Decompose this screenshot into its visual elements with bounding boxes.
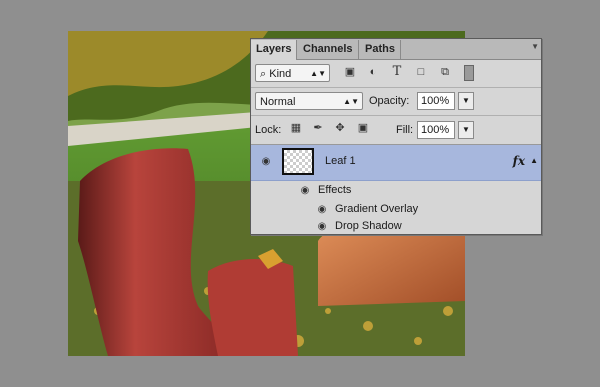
effect-label: Drop Shadow	[335, 220, 402, 232]
chevron-updown-icon: ▲▼	[343, 97, 359, 106]
tab-paths[interactable]: Paths	[360, 40, 401, 59]
blend-mode-value: Normal	[260, 96, 296, 108]
gradient-overlay-eye-icon[interactable]: ◉	[315, 205, 329, 215]
lock-move-icon[interactable]: ✥	[333, 121, 347, 135]
lock-label: Lock:	[255, 124, 282, 136]
fill-dropdown[interactable]: ▼	[458, 121, 474, 139]
filter-kind-select[interactable]: ⌕ Kind ▲▼	[255, 64, 330, 82]
layer-name[interactable]: Leaf 1	[325, 155, 356, 167]
opacity-label: Opacity:	[369, 95, 410, 107]
fx-icon[interactable]: fx	[513, 154, 525, 168]
effects-label: Effects	[318, 184, 352, 196]
layer-row-leaf-1[interactable]: ◉ Leaf 1 fx ▲	[251, 145, 541, 181]
visibility-eye-icon[interactable]: ◉	[259, 157, 273, 167]
image-filter-icon[interactable]: ▣	[343, 65, 357, 79]
fill-label: Fill:	[396, 124, 414, 136]
tab-channels[interactable]: Channels	[298, 40, 359, 59]
lock-all-icon[interactable]: ▣	[356, 121, 370, 135]
lock-row: Lock: ▦ ✒ ✥ ▣ Fill: 100% ▼	[251, 116, 541, 145]
filter-toggle-icon[interactable]	[464, 65, 474, 81]
effects-row[interactable]: ◉ Effects	[251, 181, 541, 200]
adjustment-filter-icon[interactable]: ◐	[366, 65, 380, 79]
chevron-updown-icon: ▲▼	[310, 69, 326, 78]
effects-eye-icon[interactable]: ◉	[298, 186, 312, 196]
shape-filter-icon[interactable]: □	[414, 65, 428, 79]
opacity-dropdown[interactable]: ▼	[458, 92, 474, 110]
tab-layers[interactable]: Layers	[251, 40, 298, 60]
filter-row: ⌕ Kind ▲▼ ▣ ◐ T □ ⧉	[251, 60, 541, 88]
effect-label: Gradient Overlay	[335, 203, 419, 215]
collapse-effects-arrow-icon[interactable]: ▲	[530, 156, 538, 165]
filter-kind-label: Kind	[269, 68, 292, 80]
drop-shadow-eye-icon[interactable]: ◉	[315, 222, 329, 232]
layers-panel: Layers Channels Paths ▼ ⌕ Kind ▲▼ ▣ ◐ T …	[250, 38, 542, 235]
blend-row: Normal ▲▼ Opacity: 100% ▼	[251, 88, 541, 116]
opacity-field[interactable]: 100%	[417, 92, 455, 110]
lock-transparent-icon[interactable]: ▦	[289, 121, 303, 135]
blend-mode-select[interactable]: Normal ▲▼	[255, 92, 363, 110]
fill-field[interactable]: 100%	[417, 121, 455, 139]
effect-row-gradient-overlay[interactable]: ◉ Gradient Overlay	[251, 200, 541, 219]
effect-row-drop-shadow[interactable]: ◉ Drop Shadow	[251, 219, 541, 233]
panel-tabs: Layers Channels Paths ▼	[251, 39, 541, 60]
panel-menu-icon[interactable]: ▼	[531, 42, 539, 51]
smart-object-filter-icon[interactable]: ⧉	[438, 65, 452, 79]
layer-thumbnail[interactable]	[282, 148, 314, 175]
search-icon: ⌕	[260, 68, 267, 80]
lock-brush-icon[interactable]: ✒	[311, 121, 325, 135]
type-filter-icon[interactable]: T	[390, 65, 404, 79]
